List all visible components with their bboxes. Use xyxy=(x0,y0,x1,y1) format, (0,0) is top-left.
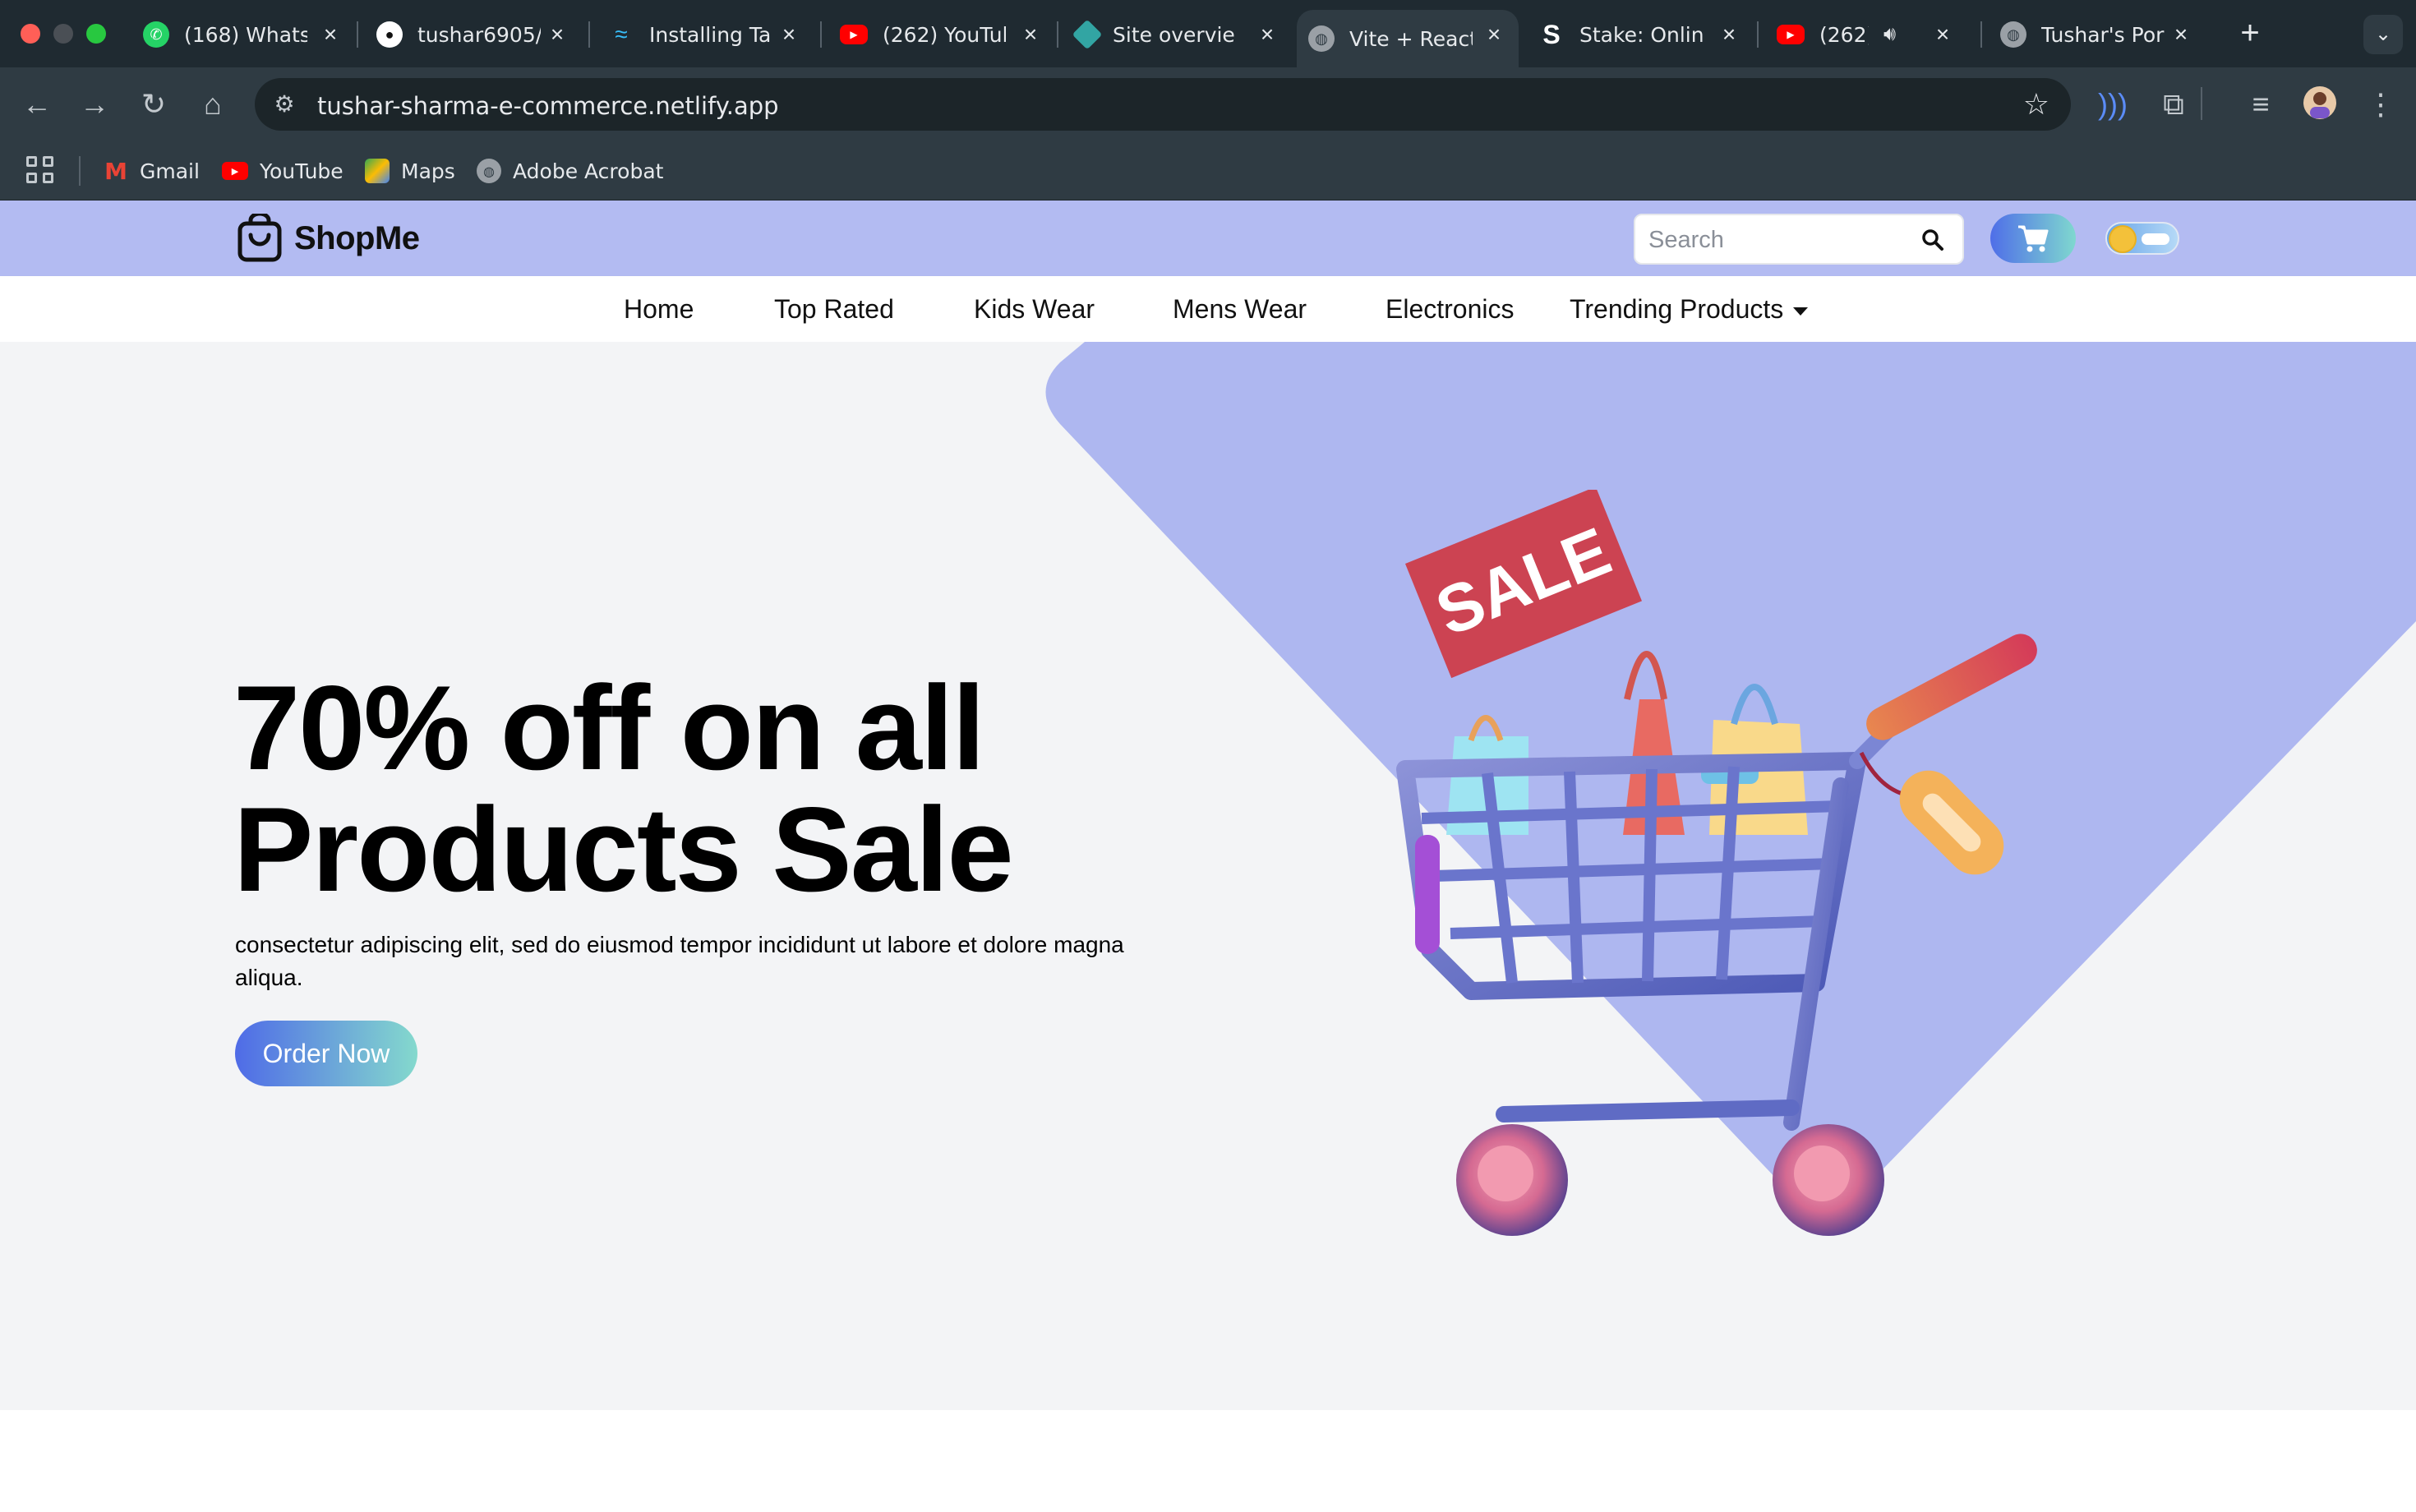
globe-icon: ◍ xyxy=(2000,21,2026,48)
back-arrow-icon[interactable]: ← xyxy=(18,85,56,123)
forward-arrow-icon[interactable]: → xyxy=(76,85,113,123)
apps-grid-icon[interactable] xyxy=(26,156,56,186)
youtube-icon: ▶ xyxy=(840,25,868,44)
site-header: ShopMe xyxy=(0,201,2416,276)
globe-icon: ◍ xyxy=(477,159,501,183)
search-box xyxy=(1634,214,1964,265)
address-bar[interactable]: ⚙︎ tushar-sharma-e-commerce.netlify.app … xyxy=(255,78,2071,131)
site-logo[interactable]: ShopMe xyxy=(237,214,420,263)
dark-mode-toggle[interactable] xyxy=(2105,222,2179,255)
tab-separator xyxy=(1980,21,1982,48)
url-text[interactable]: tushar-sharma-e-commerce.netlify.app xyxy=(317,92,779,120)
nav-item-home[interactable]: Home xyxy=(624,294,694,325)
cart-icon xyxy=(2018,225,2049,252)
tailwind-icon: ≈ xyxy=(615,21,628,47)
search-icon[interactable] xyxy=(1920,227,1946,253)
sale-tag: SALE xyxy=(1405,490,1642,679)
tab-separator xyxy=(588,21,590,48)
close-icon[interactable]: × xyxy=(317,21,343,48)
home-icon[interactable]: ⌂ xyxy=(194,85,232,123)
tab-separator xyxy=(820,21,822,48)
nav-item-trending-products[interactable]: Trending Products xyxy=(1570,294,1809,325)
browser-tab-active[interactable]: ◍ Vite + React × xyxy=(1297,10,1519,67)
media-control-icon[interactable]: ≡ xyxy=(2242,85,2280,123)
github-icon: ● xyxy=(376,21,403,48)
youtube-icon: ▶ xyxy=(1777,25,1805,44)
close-icon[interactable]: × xyxy=(1930,21,1956,48)
reload-icon[interactable]: ↻ xyxy=(135,85,173,123)
browser-tab[interactable]: S Stake: Online × xyxy=(1527,10,1754,59)
window-maximize-button[interactable] xyxy=(86,24,106,44)
window-close-button[interactable] xyxy=(21,24,40,44)
profile-avatar[interactable] xyxy=(2301,85,2339,123)
browser-toolbar: ← → ↻ ⌂ ⚙︎ tushar-sharma-e-commerce.netl… xyxy=(0,67,2416,141)
whatsapp-icon: ✆ xyxy=(143,21,169,48)
browser-menu-icon[interactable]: ⋮ xyxy=(2362,85,2400,123)
bookmark-adobe-acrobat[interactable]: ◍ Adobe Acrobat xyxy=(477,158,663,184)
gmail-icon: M xyxy=(104,157,127,185)
extensions-puzzle-icon[interactable]: ⧉ xyxy=(2155,85,2192,123)
close-icon[interactable]: × xyxy=(1254,21,1280,48)
page-below-fold xyxy=(0,1410,2416,1512)
browser-tab[interactable]: ✆ (168) WhatsApp × xyxy=(131,10,355,59)
close-icon[interactable]: × xyxy=(1716,21,1742,48)
maps-icon xyxy=(365,159,390,183)
close-icon[interactable]: × xyxy=(1481,21,1507,48)
netlify-icon xyxy=(1072,19,1103,50)
cart-button[interactable] xyxy=(1990,214,2076,263)
youtube-icon: ▶ xyxy=(222,162,248,180)
caret-down-icon xyxy=(1793,307,1809,316)
new-tab-button[interactable]: + xyxy=(2232,15,2268,51)
stake-icon: S xyxy=(1542,19,1561,49)
hero-section: 70% off on all Products Sale consectetur… xyxy=(0,342,2416,1410)
browser-tab-strip: ✆ (168) WhatsApp × ● tushar6905/ × ≈ Ins… xyxy=(0,0,2416,67)
window-minimize-button[interactable] xyxy=(53,24,73,44)
nav-item-kids-wear[interactable]: Kids Wear xyxy=(974,294,1095,325)
browser-tab[interactable]: ▶ (262) YouTube × xyxy=(828,10,1055,59)
bookmark-star-icon[interactable]: ☆ xyxy=(2023,88,2049,121)
nav-item-mens-wear[interactable]: Mens Wear xyxy=(1173,294,1307,325)
browser-tab[interactable]: ◍ Tushar's Portfolio × xyxy=(1989,10,2206,59)
tab-separator xyxy=(1057,21,1058,48)
close-icon[interactable]: × xyxy=(2168,21,2194,48)
hero-description: consectetur adipiscing elit, sed do eius… xyxy=(235,932,1124,990)
main-nav: Home Top Rated Kids Wear Mens Wear Elect… xyxy=(0,276,2416,342)
site-info-icon[interactable]: ⚙︎ xyxy=(270,90,299,119)
close-icon[interactable]: × xyxy=(544,21,570,48)
browser-tab[interactable]: Site overview × xyxy=(1065,10,1292,59)
tab-separator xyxy=(357,21,358,48)
bookmark-maps[interactable]: Maps xyxy=(365,158,455,184)
search-input[interactable] xyxy=(1648,224,1911,256)
brand-name: ShopMe xyxy=(294,219,420,256)
order-now-button[interactable]: Order Now xyxy=(235,1021,417,1086)
speaker-icon[interactable]: 🔊︎ xyxy=(1883,23,1896,46)
bookmark-youtube[interactable]: ▶ YouTube xyxy=(222,158,343,184)
globe-icon: ◍ xyxy=(1308,25,1335,52)
browser-tab[interactable]: ▶ (262) Ph 🔊︎ × xyxy=(1765,10,1967,59)
toolbar-divider xyxy=(2201,87,2202,120)
close-icon[interactable]: × xyxy=(1017,21,1044,48)
browser-tab[interactable]: ≈ Installing Tailwind × xyxy=(597,10,814,59)
bookmark-gmail[interactable]: M Gmail xyxy=(104,157,200,185)
nav-item-electronics[interactable]: Electronics xyxy=(1386,294,1515,325)
sun-icon xyxy=(2110,227,2135,251)
bookmarks-bar: M Gmail ▶ YouTube Maps ◍ Adobe Acrobat xyxy=(0,141,2416,201)
bookmarks-divider xyxy=(79,156,81,186)
extension-radio-icon[interactable]: ))) xyxy=(2094,85,2132,123)
nav-item-top-rated[interactable]: Top Rated xyxy=(774,294,894,325)
shopping-bag-icon xyxy=(237,214,282,262)
tab-search-button[interactable]: ⌄ xyxy=(2363,15,2403,54)
tab-separator xyxy=(1757,21,1759,48)
browser-tab[interactable]: ● tushar6905/ × xyxy=(365,10,582,59)
hero-title: 70% off on all Products Sale xyxy=(233,661,1014,916)
cloud-icon xyxy=(2142,233,2169,245)
shopping-cart-illustration: SALE xyxy=(1396,490,2037,1236)
close-icon[interactable]: × xyxy=(776,21,802,48)
